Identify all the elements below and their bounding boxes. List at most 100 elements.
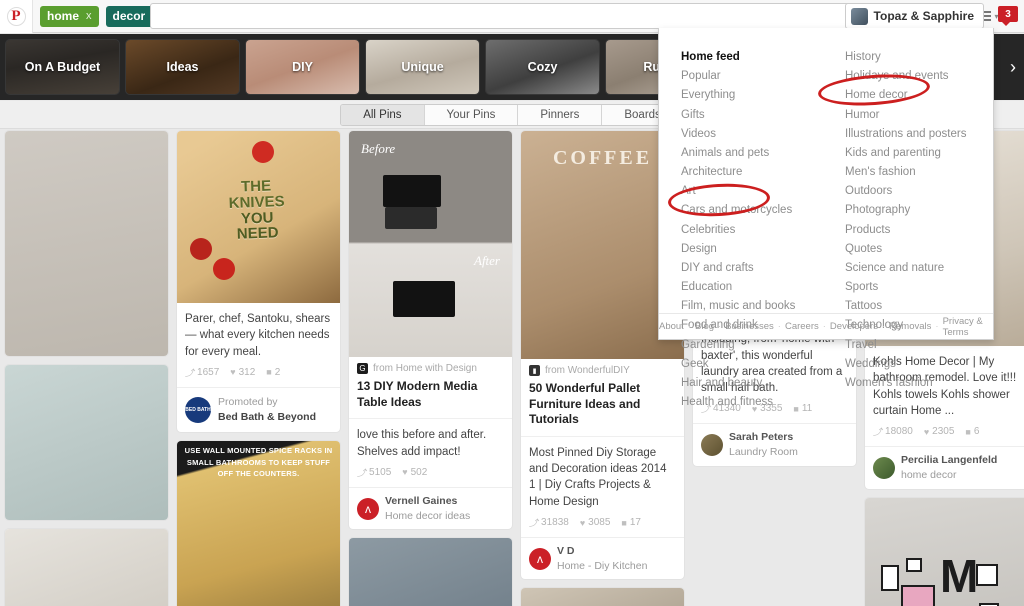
category-unique[interactable]: Unique (366, 40, 479, 94)
pin-card-media-table[interactable]: Before After G from Home with Design 13 … (348, 130, 513, 531)
search-tag-home[interactable]: home x (40, 5, 99, 27)
pin-promoted-footer[interactable]: BED BATH Promoted by Bed Bath & Beyond (177, 386, 340, 432)
pin-image-patio[interactable] (349, 538, 512, 606)
repin-count: ⤴ 1657 (185, 366, 219, 379)
user-profile-button[interactable]: Topaz & Sapphire (844, 3, 984, 29)
dropdown-item-products[interactable]: Products (845, 221, 985, 240)
pin-card-gallery-wall-2[interactable] (4, 364, 169, 521)
tab-your-pins[interactable]: Your Pins (424, 104, 519, 125)
dropdown-item-outdoors[interactable]: Outdoors (845, 182, 985, 201)
repin-icon: ⤴ (873, 427, 883, 438)
pin-stats: ⤴ 18080 ♥ 2305 ■ 6 (865, 423, 1024, 446)
pin-image-knives[interactable]: THE KNIVES YOU NEED (177, 131, 340, 303)
footer-link-blog[interactable]: Blog (695, 321, 714, 332)
notification-badge[interactable]: 3 (998, 6, 1018, 26)
footer-separator: · (687, 321, 691, 332)
dropdown-item-illustrations-and-posters[interactable]: Illustrations and posters (845, 125, 985, 144)
search-tag-home-remove-icon[interactable]: x (86, 10, 92, 22)
pin-card-gallery-wall-3[interactable] (4, 528, 169, 606)
dropdown-item-education[interactable]: Education (681, 278, 821, 297)
dropdown-item-health-and-fitness[interactable]: Health and fitness (681, 393, 821, 412)
dropdown-item-gifts[interactable]: Gifts (681, 106, 821, 125)
dropdown-item-sports[interactable]: Sports (845, 278, 985, 297)
category-ideas[interactable]: Ideas (126, 40, 239, 94)
knives-overlay-text: THE KNIVES YOU NEED (228, 178, 286, 243)
pin-board-name: Home decor ideas (385, 509, 471, 522)
repin-count: ⤴ 5105 (357, 466, 391, 479)
dropdown-item-mens-fashion[interactable]: Men's fashion (845, 163, 985, 182)
pinterest-logo[interactable]: P (0, 0, 33, 33)
dropdown-item-home-decor[interactable]: Home decor (845, 86, 985, 105)
dropdown-item-celebrities[interactable]: Celebrities (681, 221, 821, 240)
dropdown-item-geek[interactable]: Geek (681, 355, 821, 374)
dropdown-item-art[interactable]: Art (681, 182, 821, 201)
dropdown-item-quotes[interactable]: Quotes (845, 240, 985, 259)
pin-user-footer[interactable]: Sarah Peters Laundry Room (693, 423, 856, 465)
dropdown-item-diy-and-crafts[interactable]: DIY and crafts (681, 259, 821, 278)
pin-card-patio-bar[interactable] (348, 537, 513, 606)
pin-image-mr-wall[interactable]: M (865, 497, 1024, 606)
spice-rack-caption: USE WALL MOUNTED SPICE RACKS IN SMALL BA… (184, 446, 333, 478)
dropdown-item-womens-fashion[interactable]: Women's fashion (845, 374, 985, 393)
promoted-label: Promoted by (218, 395, 278, 408)
pin-image-before-after[interactable]: Before After (349, 131, 512, 357)
pin-image[interactable] (5, 131, 168, 356)
avatar (873, 457, 895, 479)
dropdown-item-humor[interactable]: Humor (845, 106, 985, 125)
pin-user-info: V D Home - Diy Kitchen (557, 544, 647, 573)
category-next-arrow-icon[interactable]: › (1002, 34, 1024, 100)
tab-pinners[interactable]: Pinners (518, 104, 603, 125)
dropdown-item-home-feed[interactable]: Home feed (681, 48, 821, 67)
pin-image[interactable] (5, 529, 168, 606)
pin-stats: ⤴ 1657 ♥ 312 ■ 2 (177, 364, 340, 387)
pin-description: love this before and after. Shelves add … (349, 418, 512, 464)
pin-image[interactable] (5, 365, 168, 520)
dropdown-item-holidays-and-events[interactable]: Holidays and events (845, 67, 985, 86)
dropdown-item-everything[interactable]: Everything (681, 86, 821, 105)
pin-user-footer[interactable]: ᴧ Vernell Gaines Home decor ideas (349, 486, 512, 529)
repin-icon: ⤴ (529, 518, 539, 529)
pin-card-mr-wall[interactable]: M (864, 496, 1024, 606)
category-on-a-budget[interactable]: On A Budget (6, 40, 119, 94)
dropdown-item-cars-and-motorcycles[interactable]: Cars and motorcycles (681, 201, 821, 220)
footer-link-privacy-and-terms[interactable]: Privacy & Terms (943, 316, 993, 338)
avatar (850, 7, 868, 25)
dropdown-item-design[interactable]: Design (681, 240, 821, 259)
avatar (701, 434, 723, 457)
dropdown-item-kids-and-parenting[interactable]: Kids and parenting (845, 144, 985, 163)
pin-card-bunk-beds[interactable] (520, 587, 685, 606)
dropdown-item-animals-and-pets[interactable]: Animals and pets (681, 144, 821, 163)
pin-card-knives[interactable]: THE KNIVES YOU NEED Parer, chef, Santoku… (176, 130, 341, 434)
dropdown-item-hair-and-beauty[interactable]: Hair and beauty (681, 374, 821, 393)
category-dropdown-menu: Home feed Popular Everything Gifts Video… (658, 28, 994, 408)
pin-card-gallery-wall-1[interactable] (4, 130, 169, 357)
footer-link-businesses[interactable]: Businesses (725, 321, 774, 332)
dropdown-item-weddings[interactable]: Weddings (845, 355, 985, 374)
footer-link-removals[interactable]: Removals (889, 321, 931, 332)
pin-board-name: home decor (901, 469, 957, 481)
category-cozy[interactable]: Cozy (486, 40, 599, 94)
dropdown-item-photography[interactable]: Photography (845, 201, 985, 220)
comment-icon: ■ (266, 367, 272, 378)
pin-image-bunk[interactable] (521, 588, 684, 606)
footer-link-about[interactable]: About (659, 321, 684, 332)
pin-user-footer[interactable]: ᴧ V D Home - Diy Kitchen (521, 537, 684, 579)
pin-image-spice-rack[interactable]: USE WALL MOUNTED SPICE RACKS IN SMALL BA… (177, 441, 340, 606)
pin-card-spice-rack[interactable]: USE WALL MOUNTED SPICE RACKS IN SMALL BA… (176, 440, 341, 606)
pin-user-footer[interactable]: Percilia Langenfeld home decor (865, 446, 1024, 488)
footer-link-careers[interactable]: Careers (785, 321, 819, 332)
repin-value: 18080 (885, 426, 913, 438)
dropdown-item-architecture[interactable]: Architecture (681, 163, 821, 182)
pinterest-logo-icon: P (6, 6, 26, 26)
tab-all-pins[interactable]: All Pins (341, 104, 425, 125)
pin-source[interactable]: G from Home with Design (349, 357, 512, 376)
category-diy[interactable]: DIY (246, 40, 359, 94)
pin-board-name: Laundry Room (729, 446, 798, 459)
dropdown-item-history[interactable]: History (845, 48, 985, 67)
footer-separator: · (718, 321, 722, 332)
dropdown-item-popular[interactable]: Popular (681, 67, 821, 86)
dropdown-item-science-and-nature[interactable]: Science and nature (845, 259, 985, 278)
search-input[interactable] (150, 3, 850, 29)
footer-link-developers[interactable]: Developers (830, 321, 878, 332)
dropdown-item-videos[interactable]: Videos (681, 125, 821, 144)
